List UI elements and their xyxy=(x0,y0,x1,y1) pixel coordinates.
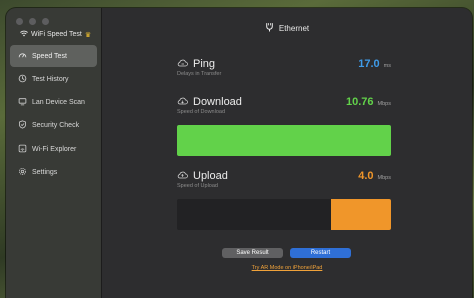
cloud-upload-icon xyxy=(177,171,188,181)
sidebar-item-label: Test History xyxy=(32,75,69,83)
sidebar-item-lan-device-scan[interactable]: Lan Device Scan xyxy=(10,92,97,114)
upload-value: 4.0 xyxy=(358,170,374,182)
close-window-button[interactable] xyxy=(16,18,23,25)
gear-icon xyxy=(18,167,27,178)
sidebar-item-label: Lan Device Scan xyxy=(32,99,85,107)
download-progress-fill xyxy=(177,125,391,156)
upload-progress-fill xyxy=(331,199,391,230)
download-label: Download xyxy=(193,96,242,108)
download-progress-bar xyxy=(177,125,391,156)
ethernet-icon xyxy=(265,22,274,34)
sidebar-item-settings[interactable]: Settings xyxy=(10,161,97,183)
sidebar-item-speed-test[interactable]: Speed Test xyxy=(10,45,97,67)
ping-label: Ping xyxy=(193,58,216,70)
wifi-icon xyxy=(20,30,28,39)
connection-label: Ethernet xyxy=(278,23,310,33)
action-buttons: Save Result Restart xyxy=(222,248,351,258)
upload-progress-bar xyxy=(177,199,391,230)
wifi-explorer-icon xyxy=(18,144,27,155)
ar-mode-link[interactable]: Try AR Mode on iPhone/iPad xyxy=(102,265,472,271)
upload-label: Upload xyxy=(193,170,228,182)
monitor-icon xyxy=(18,97,27,108)
sidebar-item-label: Security Check xyxy=(32,122,80,130)
cloud-ping-icon xyxy=(177,59,188,69)
upload-metric: Upload 4.0 Mbps Speed of Upload xyxy=(177,170,391,189)
upload-subtitle: Speed of Upload xyxy=(177,183,218,189)
shield-icon xyxy=(18,120,27,131)
download-value: 10.76 xyxy=(346,96,374,108)
app-window: WiFi Speed Test ♛ Speed Test Test Histor… xyxy=(6,8,472,298)
sidebar-item-security-check[interactable]: Security Check xyxy=(10,115,97,137)
cloud-download-icon xyxy=(177,97,188,107)
sidebar: WiFi Speed Test ♛ Speed Test Test Histor… xyxy=(6,8,102,298)
upload-unit: Mbps xyxy=(377,175,391,181)
speedometer-icon xyxy=(18,51,27,62)
app-title: WiFi Speed Test ♛ xyxy=(20,30,91,39)
download-metric: Download 10.76 Mbps Speed of Download xyxy=(177,96,391,115)
minimize-window-button[interactable] xyxy=(29,18,36,25)
ping-value: 17.0 xyxy=(358,58,380,70)
download-subtitle: Speed of Download xyxy=(177,109,226,115)
ping-subtitle: Delays in Transfer xyxy=(177,71,222,77)
clock-icon xyxy=(18,74,27,85)
download-unit: Mbps xyxy=(377,101,391,107)
crown-icon: ♛ xyxy=(84,31,92,39)
app-title-text: WiFi Speed Test xyxy=(31,31,82,38)
sidebar-item-test-history[interactable]: Test History xyxy=(10,68,97,90)
sidebar-item-label: Settings xyxy=(32,168,58,176)
ping-metric: Ping 17.0 ms Delays in Transfer xyxy=(177,58,391,77)
sidebar-nav: Speed Test Test History Lan Device Scan … xyxy=(10,45,97,185)
ping-unit: ms xyxy=(383,63,391,69)
zoom-window-button[interactable] xyxy=(42,18,49,25)
save-result-button[interactable]: Save Result xyxy=(222,248,283,258)
sidebar-item-wifi-explorer[interactable]: Wi-Fi Explorer xyxy=(10,138,97,160)
main-panel: Ethernet Ping 17.0 ms Delays in Transfer xyxy=(102,8,472,298)
sidebar-item-label: Speed Test xyxy=(32,52,67,60)
restart-button[interactable]: Restart xyxy=(290,248,351,258)
sidebar-item-label: Wi-Fi Explorer xyxy=(32,145,77,153)
window-controls xyxy=(16,18,49,25)
connection-header: Ethernet xyxy=(102,22,472,34)
